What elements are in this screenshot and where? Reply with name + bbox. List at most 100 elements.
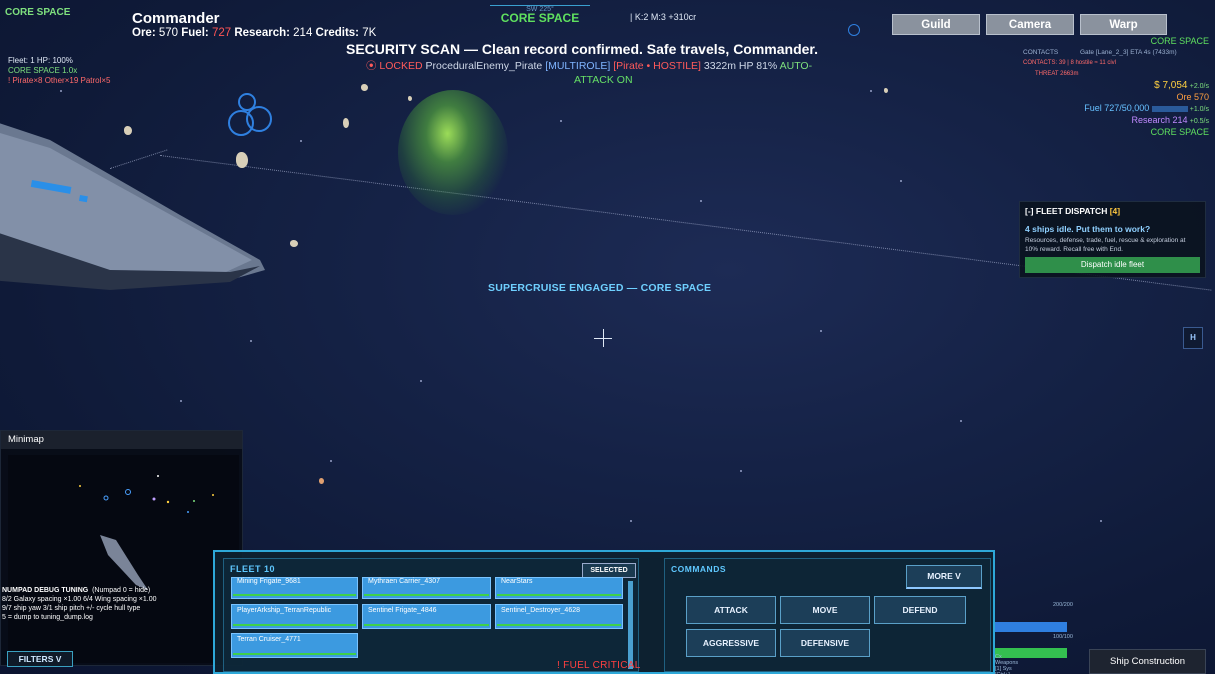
ship-hp-bar: [233, 653, 356, 655]
contacts-gate-line: CONTACTS Gate [Lane_2_3] ETA 4s (7433m): [1023, 47, 1209, 58]
auto-indicator: AUTO-: [779, 60, 813, 72]
warp-button[interactable]: Warp: [1080, 14, 1167, 35]
guild-button[interactable]: Guild: [892, 14, 980, 35]
bar-label-2: 100/100: [1053, 634, 1073, 640]
fuel-rate: +1.0/s: [1189, 106, 1209, 113]
fleet-ship-card[interactable]: Sentinel Frigate_4846: [362, 604, 491, 629]
enemy-swarm[interactable]: [398, 90, 508, 215]
ship-hp-bar: [364, 624, 489, 626]
crosshair-vertical: [603, 329, 604, 347]
dispatch-idle-fleet-button[interactable]: Dispatch idle fleet: [1025, 257, 1200, 273]
camera-button[interactable]: Camera: [986, 14, 1074, 35]
commands-title: COMMANDS: [671, 564, 726, 574]
locked-indicator: ⦿ LOCKED: [366, 60, 423, 72]
right-status-panel: CORE SPACE CONTACTS Gate [Lane_2_3] ETA …: [999, 36, 1209, 138]
minimap-canvas[interactable]: [8, 455, 239, 663]
fleet-scrollbar[interactable]: [628, 581, 633, 669]
hotkey-h-button[interactable]: H: [1183, 327, 1203, 349]
ore-label: Ore:: [132, 27, 156, 39]
research-rate: +0.5/s: [1189, 118, 1209, 125]
dispatch-count: [4]: [1109, 206, 1121, 216]
more-commands-button[interactable]: MORE V: [906, 565, 982, 589]
ship-name: Sentinel Frigate_4846: [368, 607, 437, 614]
ship-name: Terran Cruiser_4771: [237, 636, 301, 643]
zone-label-center: CORE SPACE: [500, 11, 580, 25]
ship-construction-button[interactable]: Ship Construction: [1089, 649, 1206, 674]
target-hp: HP 81%: [738, 60, 778, 72]
ship-hp-bar: [233, 624, 356, 626]
research-label: Research:: [234, 27, 290, 39]
move-button[interactable]: MOVE: [780, 596, 870, 624]
target-role: [MULTIROLE]: [545, 60, 611, 72]
fleet-summary: Fleet: 1 HP: 100% CORE SPACE 1.0x ! Pira…: [8, 56, 111, 86]
bar-label-3: Cx Weapons [1] Sys [Ctrl+]: [995, 654, 1019, 674]
kill-stats: | K:2 M:3 +310cr: [630, 12, 697, 22]
fleet-zone: CORE SPACE 1.0x: [8, 66, 78, 75]
dispatch-question: 4 ships idle. Put them to work?: [1025, 224, 1151, 234]
commander-title: Commander: [132, 10, 220, 27]
ship-name: PlayerArkship_TerranRepublic: [237, 607, 332, 614]
fuel-label: Fuel:: [181, 27, 209, 39]
debug-hint: (Numpad 0 = hide): [92, 587, 151, 594]
fleet-ship-card[interactable]: Mythraen Carrier_4307: [362, 577, 491, 599]
fuel-critical-warning: ! FUEL CRITICAL: [557, 660, 641, 671]
debug-title: NUMPAD DEBUG TUNING: [2, 587, 89, 594]
fuel-gauge: [1151, 105, 1188, 112]
filters-button[interactable]: FILTERS V: [7, 651, 73, 667]
commands-panel: COMMANDS MORE V ATTACK MOVE DEFEND AGGRE…: [664, 558, 991, 672]
fleet-ship-card[interactable]: Sentinel_Destroyer_4628: [495, 604, 623, 629]
dispatch-collapse-button[interactable]: [-]: [1025, 206, 1034, 216]
attack-on-indicator: ATTACK ON: [574, 74, 633, 86]
minimap-panel[interactable]: Minimap: [0, 430, 243, 666]
fuel-line: Fuel 727/50,000 +1.0/s: [999, 103, 1209, 115]
ship-hp-bar: [233, 594, 356, 596]
ore-value: 570: [158, 27, 179, 39]
threat-counts: ! Pirate×8 Other×19 Patrol×5: [8, 76, 111, 85]
defensive-button[interactable]: DEFENSIVE: [780, 629, 870, 657]
dispatch-title: FLEET DISPATCH: [1035, 206, 1108, 216]
dispatch-header: [-] FLEET DISPATCH [4]: [1025, 206, 1200, 216]
contacts-detail: CONTACTS: 39 | 8 hostile ≈ 11 civl: [1023, 60, 1116, 66]
right-fuel: Fuel 727/50,000: [1084, 103, 1150, 113]
bar-label-1: 200/200: [1053, 602, 1073, 608]
right-ore: Ore 570: [1176, 92, 1209, 102]
credits-value: 7K: [362, 27, 377, 39]
ship-name: NearStars: [501, 578, 533, 585]
minimap-markers: [79, 475, 214, 590]
right-zone-label-2: CORE SPACE: [1150, 127, 1209, 137]
contacts-label: CONTACTS: [1023, 49, 1059, 56]
aggressive-button[interactable]: AGGRESSIVE: [686, 629, 776, 657]
debug-line-3: 5 = dump to tuning_dump.log: [2, 614, 93, 621]
fleet-ship-card[interactable]: NearStars: [495, 577, 623, 599]
fleet-command-panel: FLEET 10 SELECTED Mining Frigate_9681 My…: [213, 550, 995, 674]
fleet-dispatch-panel: [-] FLEET DISPATCH [4] 4 ships idle. Put…: [1019, 201, 1206, 278]
research-value: 214: [293, 27, 313, 39]
security-scan-message: SECURITY SCAN — Clean record confirmed. …: [346, 41, 818, 57]
ship-name: Sentinel_Destroyer_4628: [501, 607, 580, 614]
fleet-ship-card[interactable]: Terran Cruiser_4771: [231, 633, 358, 658]
ship-hp-bar: [364, 594, 489, 596]
right-credits: $ 7,054: [1154, 80, 1188, 91]
ship-name: Mining Frigate_9681: [237, 578, 301, 585]
ship-hp-bar: [497, 594, 621, 596]
fleet-ship-card[interactable]: Mining Frigate_9681: [231, 577, 358, 599]
debug-line-1: 8/2 Galaxy spacing ×1.00 6/4 Wing spacin…: [2, 596, 157, 603]
selected-filter-button[interactable]: SELECTED: [582, 563, 636, 578]
credits-label: Credits:: [315, 27, 359, 39]
debug-line-2: 9/7 ship yaw 3/1 ship pitch +/- cycle hu…: [2, 605, 141, 612]
fleet-title: FLEET 10: [230, 564, 276, 574]
target-lock-line[interactable]: ⦿ LOCKED ProceduralEnemy_Pirate [MULTIRO…: [366, 58, 812, 73]
minimap-title: Minimap: [1, 431, 242, 449]
defend-button[interactable]: DEFEND: [874, 596, 966, 624]
fleet-ship-card[interactable]: PlayerArkship_TerranRepublic: [231, 604, 358, 629]
dispatch-description: Resources, defense, trade, fuel, rescue …: [1025, 237, 1186, 253]
compass: SW 225° CORE SPACE: [490, 5, 590, 25]
shield-bar: [995, 622, 1067, 632]
debug-tuning-overlay: NUMPAD DEBUG TUNING (Numpad 0 = hide) 8/…: [2, 586, 157, 622]
research-line: Research 214 +0.5/s: [999, 115, 1209, 127]
capital-ship: [0, 123, 265, 290]
attack-button[interactable]: ATTACK: [686, 596, 776, 624]
fleet-status: Fleet: 1 HP: 100%: [8, 56, 73, 65]
fleet-list-panel: FLEET 10 SELECTED Mining Frigate_9681 My…: [223, 558, 639, 672]
zone-label-corner: CORE SPACE: [5, 7, 71, 18]
